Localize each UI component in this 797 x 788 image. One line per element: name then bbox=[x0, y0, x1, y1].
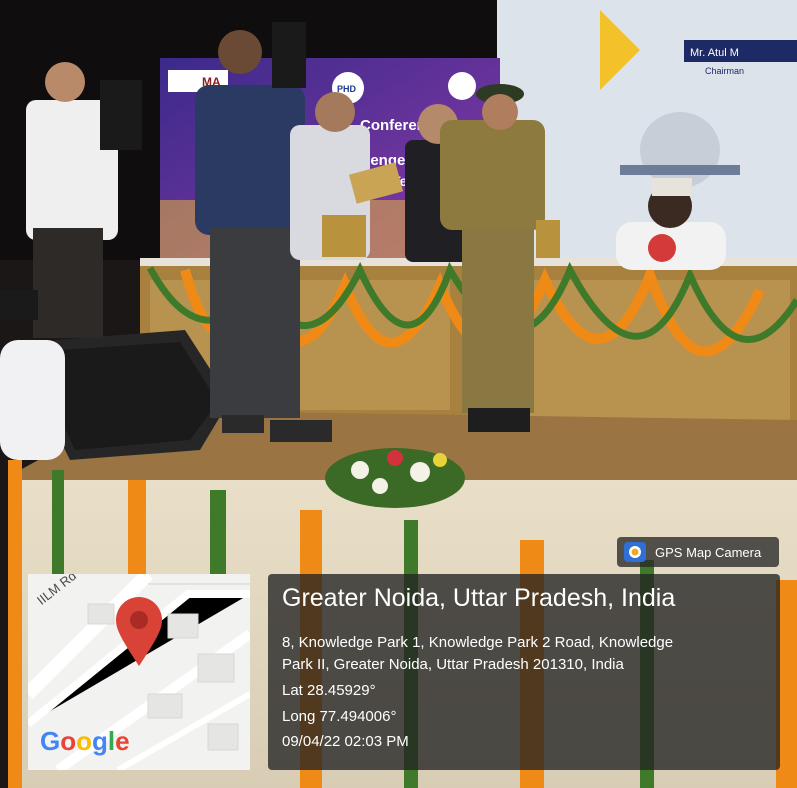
cadet-uniform-top bbox=[440, 120, 545, 230]
flower bbox=[372, 478, 388, 494]
banner-logo-phd-text: PHD bbox=[337, 84, 357, 94]
photographer-left-trousers bbox=[33, 228, 103, 338]
photographer-center-head bbox=[218, 30, 262, 74]
google-letter-6: e bbox=[115, 726, 130, 756]
photo-frame: Mr. Atul M Chairman MA PHD Conference ll… bbox=[0, 0, 797, 788]
address: 8, Knowledge Park 1, Knowledge Park 2 Ro… bbox=[282, 632, 772, 676]
address-line-1: 8, Knowledge Park 1, Knowledge Park 2 Ro… bbox=[282, 634, 674, 651]
google-letter-1: G bbox=[40, 726, 61, 756]
screen-portrait bbox=[640, 112, 720, 188]
screen-role-text: Chairman bbox=[705, 66, 744, 76]
map-pin-icon bbox=[116, 597, 162, 666]
bouquet bbox=[648, 234, 676, 262]
flower bbox=[351, 461, 369, 479]
location-info-panel: Greater Noida, Uttar Pradesh, India 8, K… bbox=[268, 574, 780, 770]
flower bbox=[410, 462, 430, 482]
photographer-center-sweater bbox=[195, 85, 305, 235]
latitude: Lat 28.45929° bbox=[282, 682, 376, 699]
shoe bbox=[468, 408, 530, 432]
banner-logo-right bbox=[448, 72, 476, 100]
app-badge-label: GPS Map Camera bbox=[655, 544, 762, 560]
camera-center bbox=[272, 22, 306, 88]
cadet-uniform-trousers bbox=[462, 228, 534, 413]
camera-icon bbox=[624, 542, 646, 562]
shoe bbox=[270, 420, 332, 442]
google-logo: Google bbox=[40, 726, 130, 757]
longitude: Long 77.494006° bbox=[282, 708, 397, 725]
award-plaque-table bbox=[322, 215, 366, 257]
map-thumbnail: IILM Rd Google bbox=[28, 574, 250, 770]
dignitary-head bbox=[315, 92, 355, 132]
app-badge: GPS Map Camera bbox=[617, 537, 779, 567]
google-letter-2: o bbox=[60, 726, 77, 756]
photographer-bottom-left bbox=[0, 340, 65, 460]
cadet-head bbox=[482, 94, 518, 130]
shoe bbox=[222, 415, 264, 433]
award-plaque-table bbox=[536, 220, 560, 258]
google-letter-3: o bbox=[76, 726, 93, 756]
camera-bottom-left bbox=[0, 290, 38, 320]
front-garland-left bbox=[8, 460, 22, 788]
flower bbox=[387, 450, 403, 466]
location-title: Greater Noida, Uttar Pradesh, India bbox=[282, 584, 676, 612]
google-letter-4: g bbox=[92, 726, 108, 756]
photographer-left-head bbox=[45, 62, 85, 102]
front-garland-3 bbox=[210, 490, 226, 580]
screen-name-text: Mr. Atul M bbox=[690, 47, 739, 59]
seated-man-cap bbox=[652, 178, 692, 196]
screen-bar bbox=[620, 165, 740, 175]
flower bbox=[433, 453, 447, 467]
datetime: 09/04/22 02:03 PM bbox=[282, 733, 409, 750]
photographer-center-trousers bbox=[210, 228, 300, 418]
address-line-2: Park II, Greater Noida, Uttar Pradesh 20… bbox=[282, 656, 624, 673]
front-garland-1 bbox=[52, 470, 64, 590]
camera-left bbox=[100, 80, 142, 150]
